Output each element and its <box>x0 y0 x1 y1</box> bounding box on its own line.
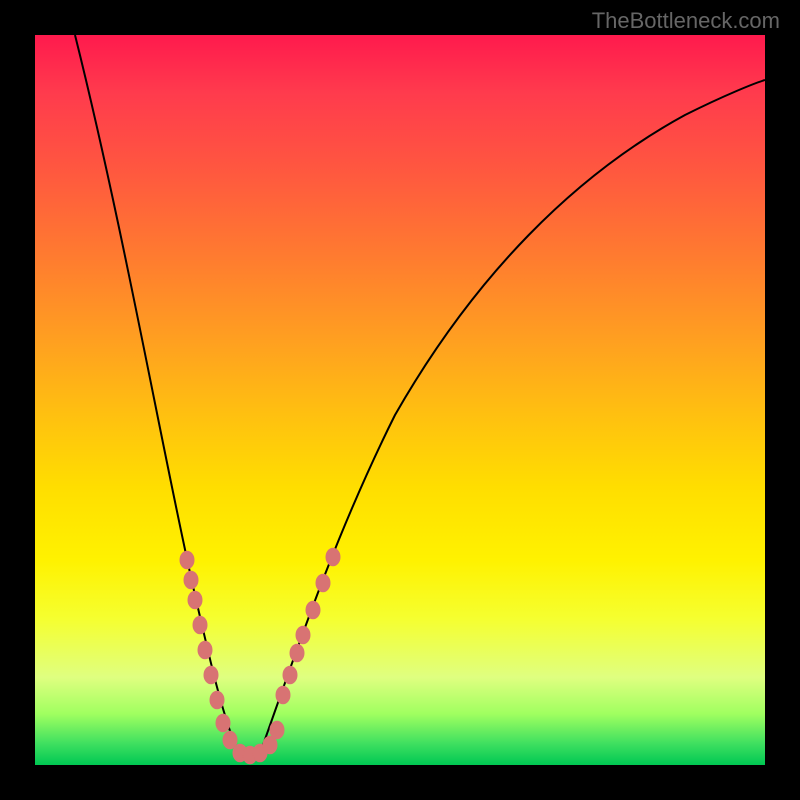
data-point <box>198 641 212 659</box>
data-point <box>283 666 297 684</box>
data-points-group <box>180 548 340 764</box>
data-point <box>276 686 290 704</box>
data-point <box>296 626 310 644</box>
watermark-text: TheBottleneck.com <box>592 8 780 34</box>
data-point <box>193 616 207 634</box>
data-point <box>270 721 284 739</box>
data-point <box>326 548 340 566</box>
chart-svg <box>35 35 765 765</box>
bottleneck-curve <box>75 35 765 756</box>
data-point <box>306 601 320 619</box>
data-point <box>184 571 198 589</box>
data-point <box>223 731 237 749</box>
data-point <box>204 666 218 684</box>
data-point <box>180 551 194 569</box>
data-point <box>216 714 230 732</box>
data-point <box>316 574 330 592</box>
plot-area <box>35 35 765 765</box>
data-point <box>210 691 224 709</box>
data-point <box>290 644 304 662</box>
data-point <box>188 591 202 609</box>
